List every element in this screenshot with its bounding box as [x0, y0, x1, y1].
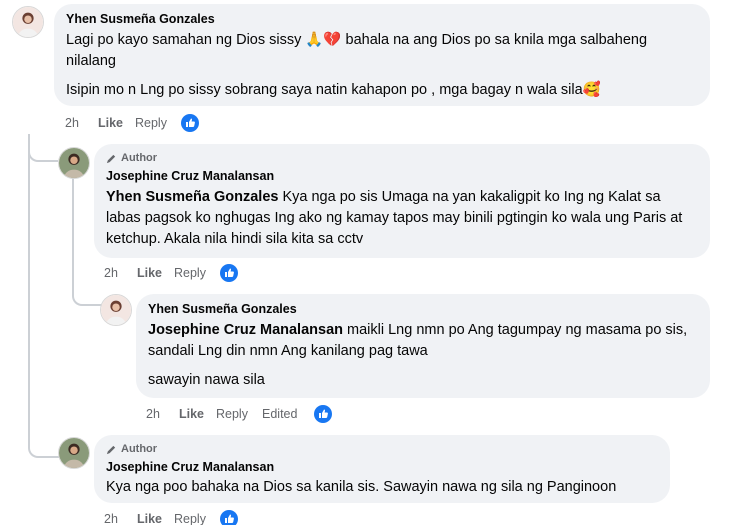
edited-label[interactable]: Edited: [262, 407, 314, 421]
comment-bubble: Yhen Susmeña Gonzales Josephine Cruz Man…: [136, 294, 710, 398]
reply-button[interactable]: Reply: [174, 266, 220, 280]
like-button[interactable]: Like: [137, 512, 174, 525]
mention-link[interactable]: Josephine Cruz Manalansan: [148, 322, 343, 338]
comment-author[interactable]: Yhen Susmeña Gonzales: [148, 301, 698, 318]
like-reaction-icon[interactable]: [220, 510, 238, 525]
comment-actions: 2h Like Reply: [104, 264, 238, 282]
mention-link[interactable]: Yhen Susmeña Gonzales: [106, 189, 278, 205]
like-button[interactable]: Like: [137, 266, 174, 280]
like-reaction-icon[interactable]: [220, 264, 238, 282]
timestamp[interactable]: 2h: [146, 407, 179, 421]
author-badge-label: Author: [121, 443, 158, 455]
avatar[interactable]: [58, 147, 90, 179]
like-button[interactable]: Like: [179, 407, 216, 421]
comment-paragraph: sawayin nawa sila: [148, 372, 265, 388]
reply-button[interactable]: Reply: [216, 407, 262, 421]
comment-author[interactable]: Josephine Cruz Manalansan: [106, 168, 698, 185]
author-badge: Author: [106, 442, 658, 456]
comment-bubble: Author Josephine Cruz Manalansan Kya nga…: [94, 435, 670, 503]
timestamp[interactable]: 2h: [65, 116, 98, 130]
timestamp[interactable]: 2h: [104, 512, 137, 525]
reply-button[interactable]: Reply: [135, 116, 181, 130]
avatar[interactable]: [100, 294, 132, 326]
thread-line: [28, 134, 58, 162]
comment-text: Josephine Cruz Manalansan maikli Lng nmn…: [148, 320, 696, 391]
like-reaction-icon[interactable]: [314, 405, 332, 423]
like-reaction-icon[interactable]: [181, 114, 199, 132]
comment-actions: 2h Like Reply Edited: [146, 405, 332, 423]
comment-actions: 2h Like Reply: [104, 510, 238, 525]
avatar[interactable]: [58, 437, 90, 469]
author-badge: Author: [106, 151, 698, 165]
author-badge-label: Author: [121, 152, 158, 164]
comment-paragraph: Lagi po kayo samahan ng Dios sissy 🙏💔 ba…: [66, 32, 648, 69]
avatar[interactable]: [12, 6, 44, 38]
comment-bubble: Author Josephine Cruz Manalansan Yhen Su…: [94, 144, 710, 258]
pencil-icon: [106, 154, 116, 163]
comment-text: Yhen Susmeña Gonzales Kya nga po sis Uma…: [106, 187, 696, 250]
timestamp[interactable]: 2h: [104, 266, 137, 280]
comment-body: Kya nga poo bahaka na Dios sa kanila sis…: [106, 479, 617, 495]
comment-author[interactable]: Josephine Cruz Manalansan: [106, 459, 658, 476]
comment-text: Lagi po kayo samahan ng Dios sissy 🙏💔 ba…: [66, 30, 698, 101]
like-button[interactable]: Like: [98, 116, 135, 130]
thread-line: [28, 134, 68, 458]
comment-author[interactable]: Yhen Susmeña Gonzales: [66, 11, 698, 28]
pencil-icon: [106, 445, 116, 454]
comment-paragraph: Isipin mo n Lng po sissy sobrang saya na…: [66, 82, 601, 98]
reply-button[interactable]: Reply: [174, 512, 220, 525]
comment-actions: 2h Like Reply: [65, 114, 199, 132]
comment-bubble: Yhen Susmeña Gonzales Lagi po kayo samah…: [54, 4, 710, 106]
